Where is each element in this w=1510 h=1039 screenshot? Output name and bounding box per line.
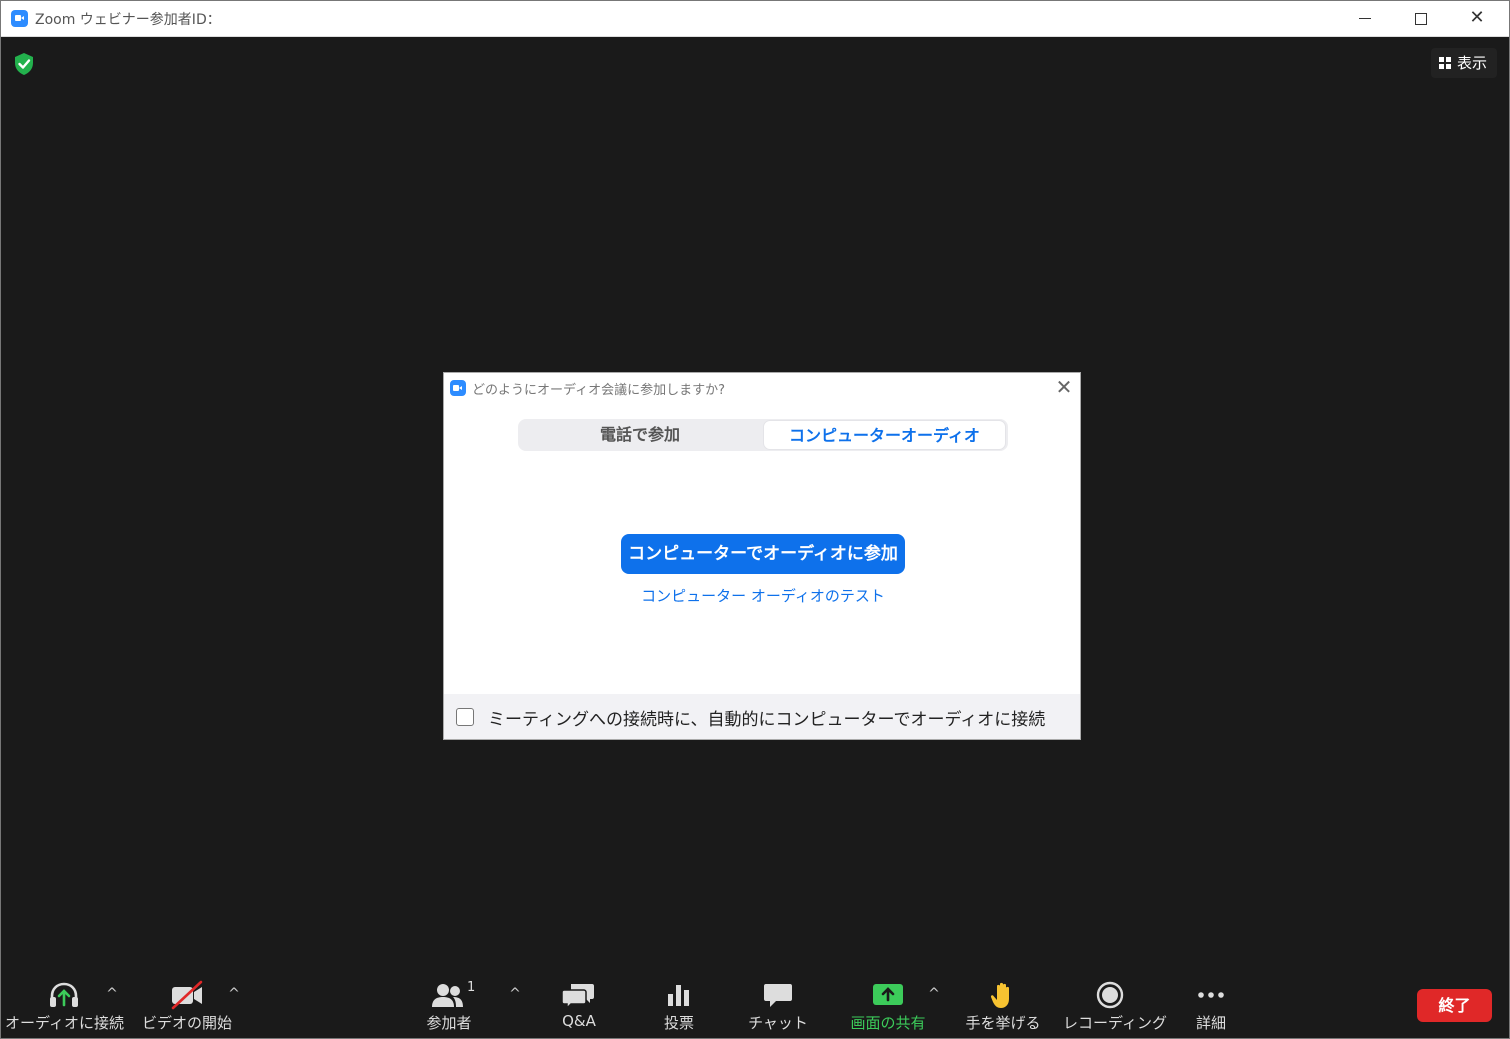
minimize-button[interactable] xyxy=(1337,1,1393,37)
auto-connect-label[interactable]: ミーティングへの接続時に、自動的にコンピューターでオーディオに接続 xyxy=(488,705,1045,730)
poll-button[interactable]: 投票 xyxy=(647,978,711,1036)
close-window-button[interactable]: ✕ xyxy=(1449,1,1505,37)
maximize-button[interactable] xyxy=(1393,1,1449,37)
share-options-caret[interactable]: ^ xyxy=(927,986,941,1002)
record-icon xyxy=(1063,978,1157,1012)
poll-icon xyxy=(647,978,711,1012)
view-button[interactable]: 表示 xyxy=(1431,48,1497,78)
shield-check-icon[interactable] xyxy=(13,52,35,76)
more-button[interactable]: 詳細 xyxy=(1181,978,1241,1036)
qa-button[interactable]: Q&A xyxy=(546,978,612,1036)
share-screen-button[interactable]: 画面の共有 xyxy=(843,978,933,1036)
share-screen-label: 画面の共有 xyxy=(850,1014,926,1032)
participants-count: 1 xyxy=(467,980,476,995)
recording-label: レコーディング xyxy=(1063,1014,1167,1032)
minimize-icon xyxy=(1359,18,1371,19)
dialog-title: どのようにオーディオ会議に参加しますか? xyxy=(472,383,725,398)
window-title: Zoom ウェビナー参加者ID： xyxy=(35,12,221,28)
auto-connect-checkbox[interactable] xyxy=(456,708,474,726)
recording-button[interactable]: レコーディング xyxy=(1063,978,1167,1036)
start-video-label: ビデオの開始 xyxy=(141,1014,232,1032)
share-screen-icon xyxy=(843,978,933,1012)
zoom-dialog-icon xyxy=(450,380,466,396)
participants-options-caret[interactable]: ^ xyxy=(508,986,522,1002)
more-icon xyxy=(1181,978,1241,1012)
end-button[interactable]: 終了 xyxy=(1417,989,1492,1022)
qa-icon xyxy=(546,978,612,1012)
grid-icon xyxy=(1439,57,1451,69)
poll-label: 投票 xyxy=(663,1014,694,1032)
participants-label: 参加者 xyxy=(426,1014,472,1032)
audio-join-dialog: どのようにオーディオ会議に参加しますか? ✕ 電話で参加 コンピューターオーディ… xyxy=(443,372,1081,740)
chat-button[interactable]: チャット xyxy=(741,978,815,1036)
maximize-icon xyxy=(1415,12,1427,25)
raise-hand-icon xyxy=(959,978,1047,1012)
audio-options-caret[interactable]: ^ xyxy=(105,986,119,1002)
more-label: 詳細 xyxy=(1195,1014,1226,1032)
title-bar: Zoom ウェビナー参加者ID： ✕ xyxy=(1,1,1509,37)
audio-button-label: オーディオに接続 xyxy=(5,1014,124,1032)
chat-label: チャット xyxy=(748,1014,808,1032)
qa-label: Q&A xyxy=(562,1012,596,1030)
chat-icon xyxy=(741,978,815,1012)
participants-button[interactable]: 1 参加者 xyxy=(411,978,487,1036)
dialog-close-button[interactable]: ✕ xyxy=(1052,375,1076,399)
video-options-caret[interactable]: ^ xyxy=(227,986,241,1002)
dialog-footer: ミーティングへの接続時に、自動的にコンピューターでオーディオに接続 xyxy=(444,694,1080,739)
audio-mode-tabs: 電話で参加 コンピューターオーディオ xyxy=(518,419,1008,451)
raise-hand-label: 手を挙げる xyxy=(965,1014,1041,1032)
view-button-label: 表示 xyxy=(1457,54,1488,72)
participants-icon: 1 xyxy=(411,978,487,1012)
close-icon: ✕ xyxy=(1469,7,1485,28)
zoom-app-icon xyxy=(11,10,28,27)
test-audio-link[interactable]: コンピューター オーディオのテスト xyxy=(564,585,962,606)
join-computer-audio-button[interactable]: コンピューターでオーディオに参加 xyxy=(621,534,905,574)
zoom-window: Zoom ウェビナー参加者ID： ✕ 表示 オーディオに接続 ^ ビデオの開始 … xyxy=(0,0,1510,1039)
close-icon: ✕ xyxy=(1055,375,1073,399)
tab-computer-audio[interactable]: コンピューターオーディオ xyxy=(763,420,1006,450)
raise-hand-button[interactable]: 手を挙げる xyxy=(959,978,1047,1036)
tab-phone[interactable]: 電話で参加 xyxy=(520,420,760,450)
